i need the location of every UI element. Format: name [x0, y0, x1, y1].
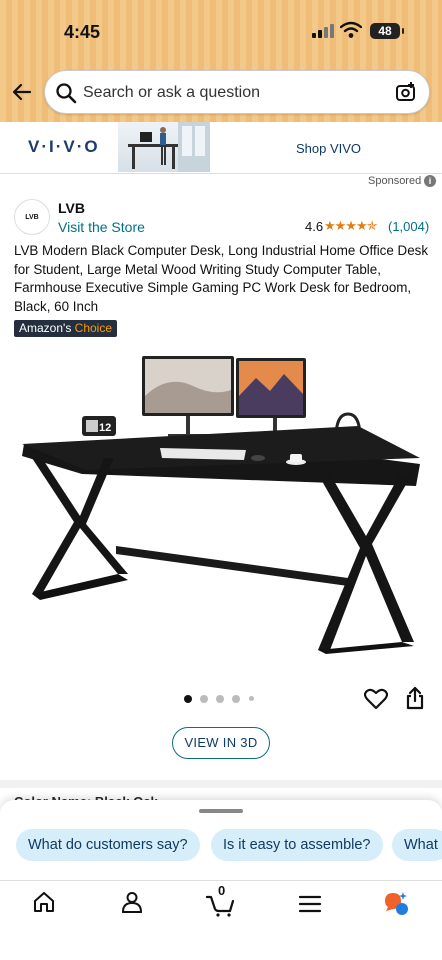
amazons-choice-badge: Amazon's Choice: [14, 320, 118, 337]
share-icon[interactable]: [405, 686, 425, 710]
carousel-dot[interactable]: [200, 695, 208, 703]
menu-icon[interactable]: [299, 895, 321, 913]
search-bar[interactable]: Search or ask a question: [44, 70, 430, 114]
status-bar: 4:45 48: [0, 0, 442, 62]
product-image[interactable]: 12: [18, 346, 424, 658]
carousel-dot[interactable]: [232, 695, 240, 703]
view-in-3d-button[interactable]: VIEW IN 3D: [172, 727, 270, 759]
clock-digits: 12: [99, 422, 111, 434]
shop-brand-link[interactable]: Shop VIVO: [296, 141, 361, 156]
header: 4:45 48 Search or ask a question: [0, 0, 442, 122]
rating-count[interactable]: (1,004): [388, 219, 429, 234]
visit-store-link[interactable]: Visit the Store: [58, 219, 145, 235]
back-arrow-icon[interactable]: [10, 80, 34, 104]
info-icon[interactable]: i: [424, 175, 436, 187]
question-chip[interactable]: What do customers say?: [16, 829, 200, 861]
search-icon: [56, 83, 77, 104]
cart-icon[interactable]: [206, 895, 236, 917]
heart-icon[interactable]: [364, 688, 388, 710]
questions-sheet[interactable]: What do customers say? Is it easy to ass…: [0, 800, 442, 880]
product-title: LVB Modern Black Computer Desk, Long Ind…: [14, 243, 429, 314]
battery-indicator: 48: [370, 23, 404, 39]
section-divider: [0, 780, 442, 788]
camera-icon[interactable]: [395, 81, 417, 103]
carousel-dot-active[interactable]: [184, 695, 192, 703]
sheet-handle[interactable]: [199, 809, 243, 813]
wifi-icon: [340, 21, 362, 38]
banner-image: [118, 122, 210, 172]
store-logo[interactable]: LVB: [14, 199, 50, 235]
signal-icon: [312, 24, 334, 38]
carousel-dot[interactable]: [249, 696, 254, 701]
rating-value: 4.6: [305, 219, 324, 234]
question-chip[interactable]: What: [392, 829, 442, 861]
home-icon[interactable]: [33, 891, 55, 913]
brand-name: LVB: [58, 200, 85, 216]
brand-logo: V·I·V·O: [28, 137, 100, 156]
status-time: 4:45: [64, 22, 101, 42]
rufus-icon[interactable]: [382, 891, 410, 917]
bottom-nav: 0: [0, 880, 442, 960]
sponsored-banner[interactable]: V·I·V·O Shop VIVO: [0, 122, 442, 174]
carousel-dot[interactable]: [216, 695, 224, 703]
sponsored-label: Sponsored: [368, 175, 422, 187]
account-icon[interactable]: [121, 891, 143, 913]
rating-stars[interactable]: ★★★★✯: [324, 218, 378, 234]
question-chip[interactable]: Is it easy to assemble?: [211, 829, 383, 861]
search-input[interactable]: Search or ask a question: [83, 84, 260, 102]
